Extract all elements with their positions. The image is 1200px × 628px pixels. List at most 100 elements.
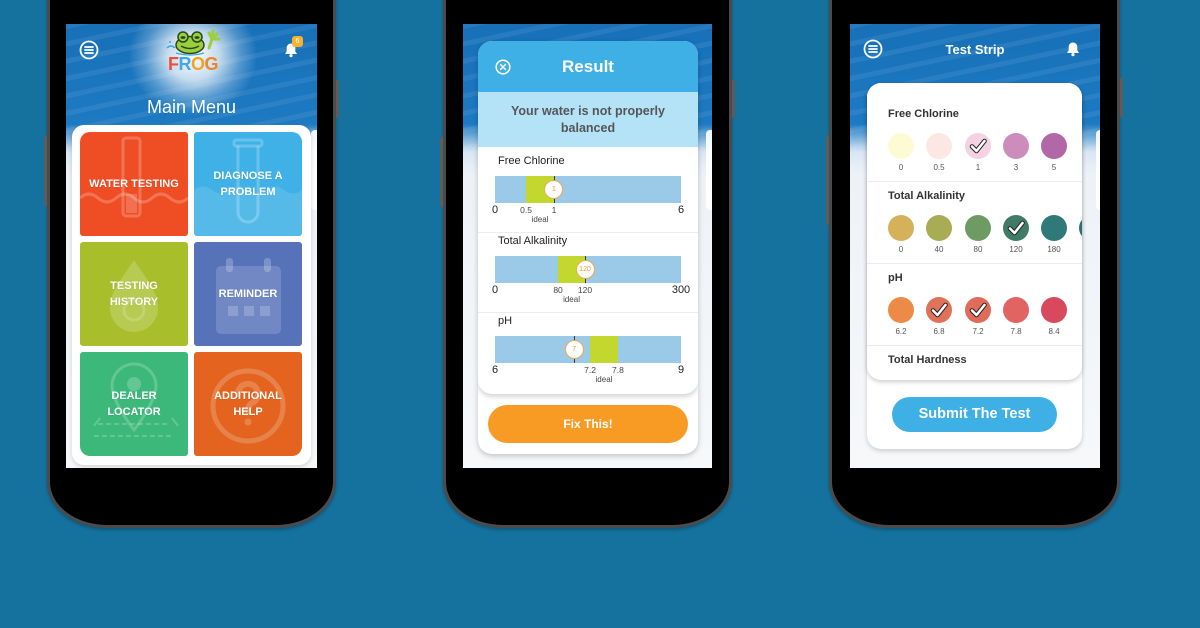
gauge-min-label: 0	[491, 204, 499, 216]
phone-side-button	[336, 80, 339, 118]
swatch[interactable]: 0	[888, 215, 914, 255]
color-swatch[interactable]	[1041, 297, 1067, 323]
color-swatch[interactable]	[888, 297, 914, 323]
gauge-ph: pH 7 6 9 7.2 7.8 ideal	[478, 307, 698, 387]
color-swatch[interactable]	[1003, 215, 1029, 241]
swatch[interactable]: 120	[1003, 215, 1029, 255]
section-label: Free Chlorine	[888, 108, 959, 120]
color-swatch[interactable]	[888, 215, 914, 241]
swatch-label: 5	[1051, 163, 1057, 172]
gauge-ideal-low-label: 80	[553, 285, 563, 295]
tile-water-testing[interactable]: WATER TESTING	[80, 132, 188, 236]
logo-letter: R	[178, 54, 191, 74]
fix-this-button[interactable]: Fix This!	[488, 405, 688, 443]
result-screen: Result Your water is not properly balanc…	[463, 24, 712, 468]
color-swatch[interactable]	[1079, 215, 1082, 241]
page-title: Main Menu	[146, 97, 237, 117]
swatch[interactable]: 0	[888, 133, 914, 173]
gauge-total-alkalinity: Total Alkalinity 120 0 300 80 120 ideal	[478, 227, 698, 313]
phone-side-button	[440, 137, 443, 207]
swatch-label: 180	[1047, 245, 1061, 254]
strip-section-total-alkalinity: Total Alkalinity 0 40 80 120 180	[867, 179, 1082, 264]
gauge-value-marker: 7	[564, 340, 584, 359]
gauge-ideal-low-label: 7.2	[584, 365, 596, 375]
next-card-peek	[1096, 130, 1100, 210]
strip-section-free-chlorine: Free Chlorine 0 0.5 1 3 5	[867, 97, 1082, 182]
result-title: Result	[562, 57, 614, 76]
color-swatch[interactable]	[926, 215, 952, 241]
swatch[interactable]: 1	[965, 133, 991, 173]
swatch[interactable]: 0.5	[926, 133, 952, 173]
color-swatch[interactable]	[926, 133, 952, 159]
tile-testing-history[interactable]: TESTING HISTORY	[80, 242, 188, 346]
page-title: Test Strip	[945, 42, 1005, 57]
test-strip-panel: Free Chlorine 0 0.5 1 3 5 Total Alkalini…	[867, 83, 1082, 449]
submit-test-button[interactable]: Submit The Test	[892, 397, 1057, 432]
checkmark-icon	[1007, 220, 1025, 236]
gauge-bar	[495, 176, 681, 203]
swatch[interactable]: 8.4	[1041, 297, 1067, 337]
phone-side-button	[1120, 78, 1123, 117]
gauge-ideal-low-label: 0.5	[520, 205, 532, 215]
section-label: Total Alkalinity	[888, 190, 966, 202]
swatch[interactable]: 40	[926, 215, 952, 255]
gauge-label: Total Alkalinity	[498, 235, 568, 247]
checkmark-icon	[969, 138, 987, 154]
tile-reminder[interactable]: REMINDER	[194, 242, 302, 346]
gauge-value-marker: 120	[575, 260, 595, 279]
tile-label: TESTING HISTORY	[109, 280, 159, 308]
test-strip-screen: Test Strip Free Chlorine 0 0.5 1 3 5 Tot…	[850, 24, 1100, 468]
gauge-ideal-high-label: 1	[551, 205, 557, 215]
gauge-ideal-caption: ideal	[531, 215, 549, 224]
swatch[interactable]: 180	[1041, 215, 1067, 255]
color-swatch[interactable]	[965, 297, 991, 323]
swatch[interactable]: 7.2	[965, 297, 991, 337]
tile-additional-help[interactable]: ADDITIONAL HELP	[194, 352, 302, 456]
next-card-peek	[311, 130, 317, 210]
gauge-ideal-caption: ideal	[595, 375, 613, 384]
gauge-label: pH	[498, 315, 513, 327]
logo-letter: O	[190, 54, 205, 74]
phone-side-button	[826, 135, 829, 225]
gauge-max-label: 9	[677, 364, 685, 376]
gauge-panel: Free Chlorine 1 0 6 0.5 1 ideal Total Al…	[478, 147, 698, 394]
checkmark-icon	[969, 302, 987, 318]
color-swatch[interactable]	[1003, 297, 1029, 323]
gauge-min-label: 0	[491, 284, 499, 296]
tile-label: WATER TESTING	[89, 178, 179, 190]
hamburger-icon[interactable]	[79, 40, 99, 60]
test-strip-list[interactable]: Free Chlorine 0 0.5 1 3 5 Total Alkalini…	[867, 83, 1082, 380]
gauge-max-label: 300	[671, 284, 691, 296]
swatch[interactable]: 3	[1003, 133, 1029, 173]
swatch[interactable]	[1079, 215, 1082, 255]
tile-label: REMINDER	[218, 288, 278, 300]
swatch[interactable]: 7.8	[1003, 297, 1029, 337]
color-swatch[interactable]	[1041, 133, 1067, 159]
swatch[interactable]: 5	[1041, 133, 1067, 173]
color-swatch[interactable]	[1003, 133, 1029, 159]
tile-label: ADDITIONAL HELP	[214, 390, 282, 418]
balance-message-banner: Your water is not properly balanced	[478, 92, 698, 147]
tile-label: DEALER LOCATOR	[107, 390, 161, 418]
swatch[interactable]: 6.2	[888, 297, 914, 337]
tile-label: DIAGNOSE A PROBLEM	[213, 170, 283, 198]
gauge-ideal-zone	[590, 336, 618, 363]
color-swatch[interactable]	[965, 133, 991, 159]
gauge-bar	[495, 336, 681, 363]
color-swatch[interactable]	[926, 297, 952, 323]
color-swatch[interactable]	[888, 133, 914, 159]
main-menu-grid: WATER TESTING DIAGNOSE A PROBLEM TESTING H…	[72, 125, 311, 465]
color-swatch[interactable]	[1041, 215, 1067, 241]
tile-diagnose-a-problem[interactable]: DIAGNOSE A PROBLEM	[194, 132, 302, 236]
tile-dealer-locator[interactable]: DEALER LOCATOR	[80, 352, 188, 456]
gauge-min-label: 6	[491, 364, 499, 376]
color-swatch[interactable]	[965, 215, 991, 241]
swatch[interactable]: 80	[965, 215, 991, 255]
balance-message: Your water is not properly balanced	[511, 103, 665, 135]
swatch[interactable]: 6.8	[926, 297, 952, 337]
next-card-peek	[706, 130, 712, 210]
promo-canvas: FROG 6 Main Menu WATER TESTING DIAGNOSE …	[0, 0, 1200, 628]
gauge-ideal-caption: ideal	[563, 295, 580, 304]
section-label: pH	[888, 272, 903, 284]
bell-icon[interactable]	[1065, 41, 1081, 57]
